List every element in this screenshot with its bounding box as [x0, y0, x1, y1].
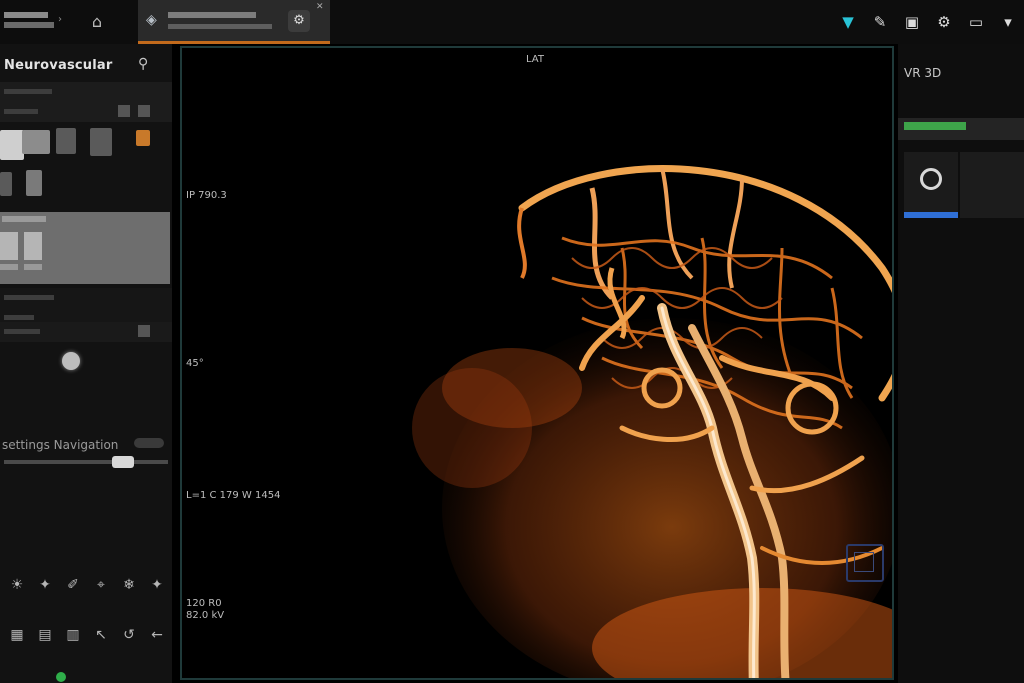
view-orientation-label: LAT [526, 54, 544, 65]
tool-button[interactable]: ▦ [6, 624, 28, 646]
series-thumb[interactable] [90, 128, 112, 156]
3d-viewport[interactable]: LAT IP 790.3 45° L=1 C 179 W 1454 120 R0… [180, 46, 894, 680]
brand-line [4, 22, 54, 28]
panel-row[interactable] [0, 102, 172, 122]
gear-icon[interactable]: ⚙ [288, 10, 310, 32]
home-icon[interactable]: ⌂ [86, 12, 108, 32]
right-panel: VR 3D [898, 44, 1024, 683]
series-thumb[interactable] [56, 128, 76, 154]
settings-icon[interactable]: ⚙ [932, 10, 956, 34]
tool-button[interactable]: ↺ [118, 624, 140, 646]
orientation-sphere[interactable] [62, 352, 80, 370]
tool-button[interactable]: ☀ [6, 574, 28, 596]
edit-icon[interactable]: ✎ [868, 10, 892, 34]
active-indicator [904, 122, 966, 130]
series-thumb[interactable] [26, 170, 42, 196]
toolbar: ▼ ✎ ▣ ⚙ ▭ ▾ [836, 10, 1020, 34]
tool-button[interactable]: ⌖ [90, 574, 112, 596]
series-thumb[interactable] [0, 130, 24, 160]
series-thumb[interactable] [24, 232, 42, 260]
tool-button-grid: ☀ ✦ ✐ ⌖ ❄ ✦ ▦ ▤ ▥ ↖ ↺ ← [0, 564, 172, 674]
settings-icon [920, 168, 942, 190]
tab-text-line [168, 12, 256, 18]
user-icon[interactable]: ▾ [996, 10, 1020, 34]
volume-icon: ◈ [146, 12, 157, 28]
search-icon[interactable]: ⚲ [138, 56, 148, 72]
series-thumb[interactable] [0, 172, 12, 196]
tool-button[interactable]: ✦ [34, 574, 56, 596]
series-thumb[interactable] [22, 130, 50, 154]
panel-row[interactable] [0, 82, 172, 102]
left-panel: Neurovascular ⚲ settings Navigation ☀ ✦ ✐ ⌖… [0, 44, 172, 683]
tool-button[interactable]: ✐ [62, 574, 84, 596]
brand-line [4, 12, 48, 18]
overlay-text: IP 790.3 [186, 190, 227, 201]
tab-text-line [168, 24, 272, 29]
chevron-right-icon: › [58, 14, 62, 25]
thumb-label [24, 264, 42, 270]
nav-toggle[interactable] [134, 438, 164, 448]
top-bar: › ⌂ ◈ ⚙ ✕ ▼ ✎ ▣ ⚙ ▭ ▾ [0, 0, 1024, 44]
nav-slider-track[interactable] [4, 460, 168, 464]
close-icon[interactable]: ✕ [316, 2, 324, 12]
overlay-text: L=1 C 179 W 1454 [186, 490, 281, 501]
thumb-label [0, 264, 18, 270]
series-thumb[interactable] [0, 232, 18, 260]
vessel-volume-rendering[interactable] [362, 128, 894, 680]
series-thumb[interactable] [136, 130, 150, 146]
patient-task-tab[interactable]: ◈ ⚙ ✕ [138, 0, 330, 44]
panel-header: VR 3D [904, 66, 942, 80]
panel-row[interactable] [0, 288, 172, 308]
selected-bar [904, 212, 958, 218]
status-dot [56, 672, 66, 682]
selected-series-group[interactable] [0, 212, 170, 284]
tool-button[interactable]: ▥ [62, 624, 84, 646]
orientation-cube-icon[interactable] [846, 544, 884, 582]
overlay-text: 120 R0 [186, 598, 222, 609]
panel-row[interactable] [0, 322, 172, 342]
camera-icon[interactable]: ▣ [900, 10, 924, 34]
tool-button[interactable]: ✦ [146, 574, 168, 596]
tool-button[interactable]: ← [146, 624, 168, 646]
monitor-icon[interactable]: ▭ [964, 10, 988, 34]
tool-button[interactable]: ▤ [34, 624, 56, 646]
overlay-text: 45° [186, 358, 204, 369]
preset-detail[interactable] [960, 152, 1024, 218]
preset-card[interactable] [904, 152, 958, 218]
overlay-text: 82.0 kV [186, 610, 225, 621]
panel-title: Neurovascular [4, 58, 113, 73]
tool-button[interactable]: ↖ [90, 624, 112, 646]
group-label [2, 216, 46, 222]
pin-icon[interactable]: ▼ [836, 10, 860, 34]
nav-label: settings Navigation [2, 438, 119, 452]
nav-slider-knob[interactable] [112, 456, 134, 468]
brand-logo[interactable]: › [0, 10, 70, 34]
tool-button[interactable]: ❄ [118, 574, 140, 596]
